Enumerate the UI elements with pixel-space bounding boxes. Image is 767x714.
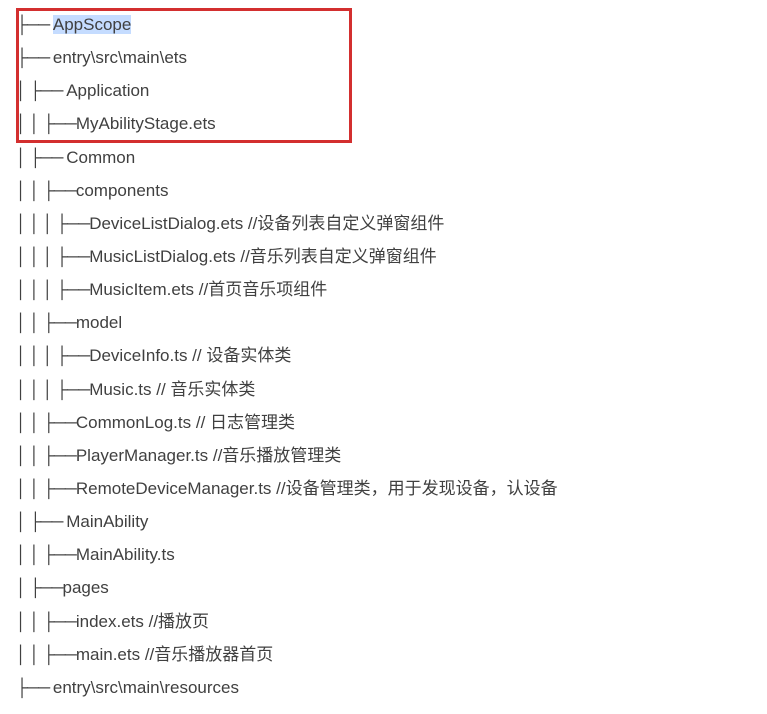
tree-line: │ │ ├──components [16,174,751,207]
tree-node-text: DeviceListDialog.ets //设备列表自定义弹窗组件 [89,214,444,233]
tree-connector: │ ├── [16,148,66,167]
tree-line: │ │ ├──model [16,306,751,339]
tree-connector: ├── [16,15,53,34]
tree-node-text: AppScope [53,15,131,34]
tree-line: │ │ ├──index.ets //播放页 [16,605,751,638]
tree-connector: │ │ ├── [16,479,76,498]
tree-connector: │ │ ├── [16,313,76,332]
tree-line: │ │ │ ├──MusicItem.ets //首页音乐项组件 [16,273,751,306]
tree-line: │ │ ├──PlayerManager.ts //音乐播放管理类 [16,439,751,472]
tree-line: │ │ ├──main.ets //音乐播放器首页 [16,638,751,671]
tree-connector: │ │ ├── [16,181,76,200]
tree-node-text: MusicItem.ets //首页音乐项组件 [89,280,327,299]
tree-node-text: CommonLog.ts // 日志管理类 [76,413,295,432]
tree-line: ├── AppScope [16,8,751,41]
tree-line: │ │ ├──MyAbilityStage.ets [16,107,751,140]
tree-node-text: MyAbilityStage.ets [76,114,216,133]
file-tree-container: ├── AppScope├── entry\src\main\ets│ ├── … [16,8,751,704]
tree-line: │ ├── Application [16,74,751,107]
tree-connector: ├── [16,48,53,67]
tree-node-text: PlayerManager.ts //音乐播放管理类 [76,446,341,465]
tree-node-text: main.ets //音乐播放器首页 [76,645,273,664]
tree-connector: ├── [16,678,53,697]
tree-line: ├── entry\src\main\resources [16,671,751,704]
tree-line: │ │ │ ├──DeviceListDialog.ets //设备列表自定义弹… [16,207,751,240]
tree-lines: ├── AppScope├── entry\src\main\ets│ ├── … [16,8,751,704]
tree-connector: │ ├── [16,81,66,100]
tree-node-text: pages [62,578,108,597]
tree-line: │ │ │ ├──Music.ts // 音乐实体类 [16,373,751,406]
tree-connector: │ │ ├── [16,545,76,564]
tree-node-text: Common [66,148,135,167]
tree-connector: │ ├── [16,578,62,597]
tree-node-text: entry\src\main\resources [53,678,239,697]
tree-node-text: DeviceInfo.ts // 设备实体类 [89,346,291,365]
tree-connector: │ │ │ ├── [16,346,89,365]
tree-connector: │ │ ├── [16,612,76,631]
tree-connector: │ │ │ ├── [16,280,89,299]
tree-line: │ │ ├──RemoteDeviceManager.ts //设备管理类，用于… [16,472,751,505]
tree-node-text: index.ets //播放页 [76,612,209,631]
tree-line: │ ├── MainAbility [16,505,751,538]
tree-connector: │ ├── [16,512,66,531]
tree-connector: │ │ │ ├── [16,214,89,233]
tree-connector: │ │ ├── [16,413,76,432]
tree-node-text: Music.ts // 音乐实体类 [89,380,255,399]
tree-node-text: MainAbility.ts [76,545,175,564]
tree-node-text: MainAbility [66,512,148,531]
tree-node-text: components [76,181,169,200]
tree-node-text: Application [66,81,149,100]
tree-line: │ ├──pages [16,571,751,604]
tree-line: │ ├── Common [16,141,751,174]
tree-connector: │ │ │ ├── [16,247,89,266]
tree-node-text: entry\src\main\ets [53,48,187,67]
tree-line: │ │ │ ├──MusicListDialog.ets //音乐列表自定义弹窗… [16,240,751,273]
tree-connector: │ │ ├── [16,645,76,664]
tree-connector: │ │ ├── [16,446,76,465]
tree-node-text: MusicListDialog.ets //音乐列表自定义弹窗组件 [89,247,437,266]
tree-connector: │ │ │ ├── [16,380,89,399]
tree-line: ├── entry\src\main\ets [16,41,751,74]
tree-line: │ │ ├──MainAbility.ts [16,538,751,571]
tree-node-text: RemoteDeviceManager.ts //设备管理类，用于发现设备，认设… [76,479,558,498]
tree-line: │ │ │ ├──DeviceInfo.ts // 设备实体类 [16,339,751,372]
tree-line: │ │ ├──CommonLog.ts // 日志管理类 [16,406,751,439]
tree-connector: │ │ ├── [16,114,76,133]
tree-node-text: model [76,313,122,332]
